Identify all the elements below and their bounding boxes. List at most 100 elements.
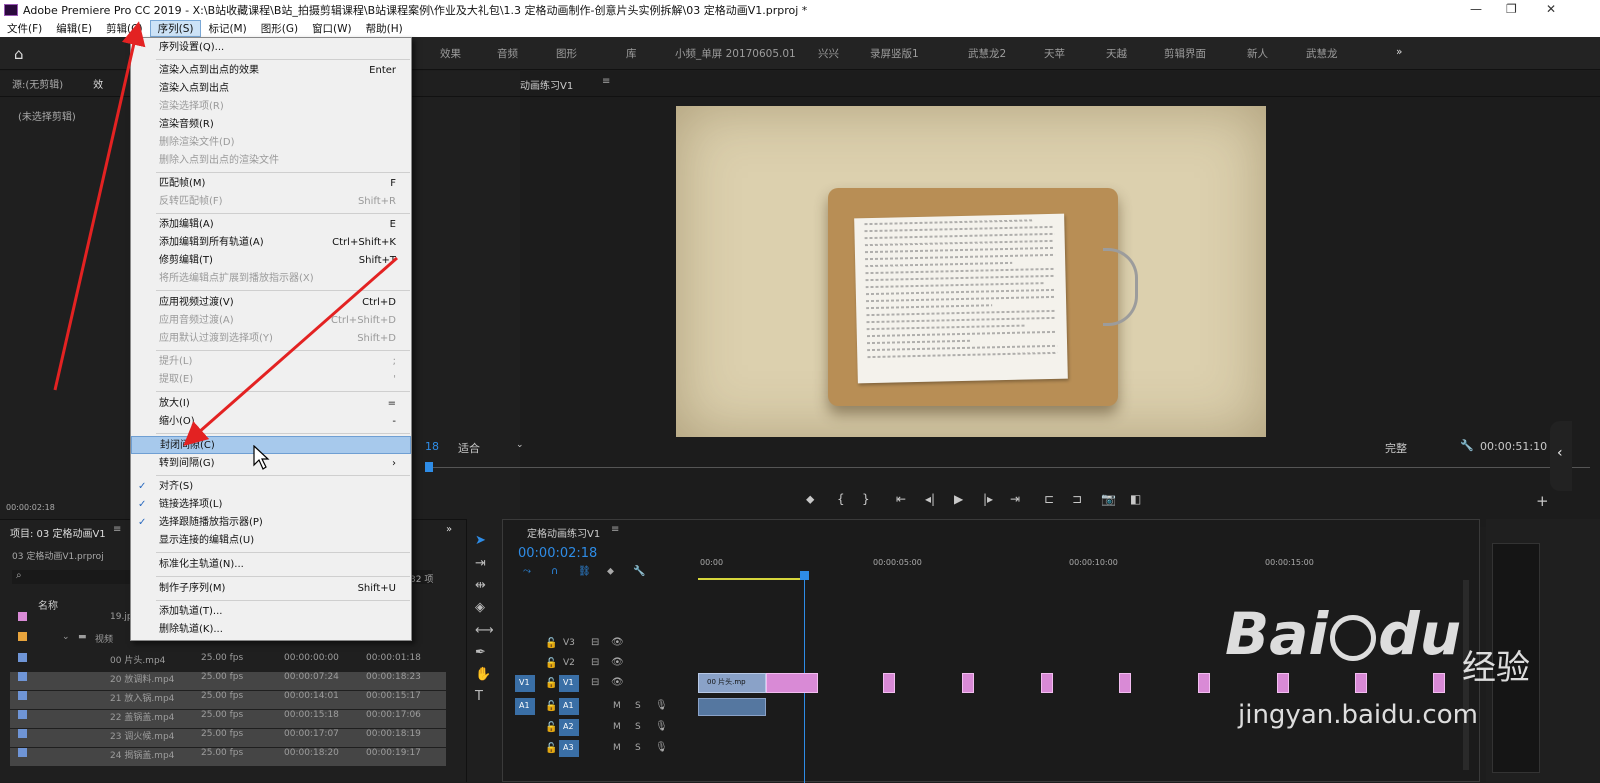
- menu-item[interactable]: 应用默认过渡到选择项(Y) Shift+D: [131, 330, 411, 348]
- lock-icon[interactable]: 🔓: [545, 722, 557, 733]
- workspace-tab[interactable]: 新人: [1247, 46, 1268, 61]
- eye-icon[interactable]: 👁: [611, 657, 624, 668]
- disclosure-icon[interactable]: ⌄: [62, 632, 70, 642]
- menu-item[interactable]: 渲染音频(R): [131, 116, 411, 134]
- workspace-tab[interactable]: 武慧龙2: [968, 46, 1006, 61]
- menu-item[interactable]: 制作子序列(M) Shift+U: [131, 580, 411, 598]
- selection-tool-icon[interactable]: ➤: [475, 533, 486, 548]
- table-row[interactable]: 22 盖锅盖.mp4 25.00 fps 00:00:15:18 00:00:17:0…: [10, 710, 446, 728]
- collapse-panel-button[interactable]: ‹: [1550, 421, 1572, 491]
- source-patch-a1[interactable]: A1: [515, 698, 535, 715]
- track-label[interactable]: A1: [559, 698, 579, 715]
- solo-button[interactable]: S: [635, 743, 641, 753]
- table-row[interactable]: 21 放入锅.mp4 25.00 fps 00:00:14:01 00:00:15:1…: [10, 691, 446, 709]
- video-clip[interactable]: [1277, 673, 1289, 693]
- timeline-timecode[interactable]: 00:00:02:18: [518, 546, 597, 561]
- menu-item[interactable]: 显示连接的编辑点(U): [131, 532, 411, 550]
- video-clip[interactable]: [766, 673, 818, 693]
- workspace-tab[interactable]: 效果: [440, 46, 461, 61]
- workspace-tab[interactable]: 兴兴: [818, 46, 839, 61]
- menu-edit[interactable]: 编辑(E): [49, 21, 99, 36]
- lock-icon[interactable]: 🔓: [545, 678, 557, 689]
- table-row[interactable]: 00 片头.mp4 25.00 fps 00:00:00:00 00:00:01:18: [10, 653, 446, 671]
- eye-icon[interactable]: 👁: [611, 637, 624, 648]
- panel-menu-icon[interactable]: ≡: [602, 76, 610, 87]
- menu-item[interactable]: 将所选编辑点扩展到播放指示器(X): [131, 270, 411, 288]
- go-to-out-icon[interactable]: ⇥: [1010, 492, 1020, 506]
- eye-icon[interactable]: 👁: [611, 677, 624, 688]
- menu-item[interactable]: 转到间隔(G) ›: [131, 455, 411, 473]
- menu-item[interactable]: 标准化主轨道(N)...: [131, 556, 411, 574]
- program-scrub-bar[interactable]: [430, 467, 1590, 468]
- button-editor-icon[interactable]: +: [1536, 492, 1549, 510]
- menu-item[interactable]: 删除渲染文件(D): [131, 134, 411, 152]
- menu-help[interactable]: 帮助(H): [359, 21, 410, 36]
- menu-graphics[interactable]: 图形(G): [254, 21, 305, 36]
- go-to-in-icon[interactable]: ⇤: [896, 492, 906, 506]
- video-clip[interactable]: 00 片头.mp: [698, 673, 766, 693]
- solo-button[interactable]: S: [635, 722, 641, 732]
- tab-project[interactable]: 项目: 03 定格动画V1: [10, 525, 106, 540]
- add-marker-icon[interactable]: ⬥: [806, 492, 814, 507]
- playhead-icon[interactable]: [425, 462, 433, 472]
- hand-tool-icon[interactable]: ✋: [475, 667, 491, 682]
- workspace-tab[interactable]: 录屏竖版1: [870, 46, 919, 61]
- video-clip[interactable]: [1433, 673, 1445, 693]
- menu-item[interactable]: 缩小(O) -: [131, 413, 411, 431]
- column-name[interactable]: 名称: [38, 597, 58, 612]
- audio-clip[interactable]: [698, 698, 766, 716]
- sync-icon[interactable]: ⊟: [591, 677, 599, 688]
- type-tool-icon[interactable]: T: [475, 689, 483, 704]
- timeline-settings-icon[interactable]: 🔧: [633, 566, 645, 577]
- table-row[interactable]: 23 调火候.mp4 25.00 fps 00:00:17:07 00:00:18:1…: [10, 729, 446, 747]
- wrench-icon[interactable]: 🔧: [1460, 439, 1474, 452]
- tab-sequence[interactable]: 定格动画练习V1: [527, 525, 600, 540]
- video-clip[interactable]: [1355, 673, 1367, 693]
- tab-program[interactable]: 动画练习V1: [520, 77, 573, 92]
- video-clip[interactable]: [1041, 673, 1053, 693]
- step-forward-icon[interactable]: |▸: [983, 492, 993, 506]
- more-panels-icon[interactable]: »: [446, 524, 452, 535]
- pen-tool-icon[interactable]: ✒: [475, 645, 486, 660]
- menu-item-close-gap[interactable]: 封闭间隙(C): [131, 436, 411, 454]
- mic-icon[interactable]: 🎙: [655, 742, 668, 753]
- menu-item[interactable]: ✓ 链接选择项(L): [131, 496, 411, 514]
- menu-item[interactable]: 应用音频过渡(A) Ctrl+Shift+D: [131, 312, 411, 330]
- snap-icon[interactable]: ∩: [551, 566, 558, 577]
- close-icon[interactable]: ✕: [1546, 2, 1556, 16]
- workspace-tab[interactable]: 音频: [497, 46, 518, 61]
- slip-tool-icon[interactable]: ⟷: [475, 623, 494, 638]
- mute-button[interactable]: M: [613, 743, 621, 753]
- workspace-tab[interactable]: 天苹: [1044, 46, 1065, 61]
- menu-item[interactable]: 序列设置(Q)...: [131, 39, 411, 57]
- comparison-view-icon[interactable]: ◧: [1130, 492, 1141, 506]
- menu-item[interactable]: 添加编辑(A) E: [131, 216, 411, 234]
- menu-file[interactable]: 文件(F): [0, 21, 49, 36]
- menu-sequence[interactable]: 序列(S): [149, 20, 202, 37]
- razor-tool-icon[interactable]: ◈: [475, 600, 485, 615]
- workspace-tab[interactable]: 武慧龙: [1306, 46, 1338, 61]
- lock-icon[interactable]: 🔓: [545, 701, 557, 712]
- timeline-playhead-icon[interactable]: [800, 571, 809, 580]
- quality-dropdown[interactable]: 完整: [1385, 440, 1407, 456]
- workspace-tab[interactable]: 小频_单屏 20170605.01: [675, 46, 796, 61]
- video-clip[interactable]: [1198, 673, 1210, 693]
- sync-icon[interactable]: ⊟: [591, 657, 599, 668]
- mic-icon[interactable]: 🎙: [655, 721, 668, 732]
- menu-item[interactable]: ✓ 对齐(S): [131, 478, 411, 496]
- lift-icon[interactable]: ⊏: [1044, 492, 1054, 506]
- workspace-tab[interactable]: 库: [626, 46, 637, 61]
- menu-item[interactable]: 渲染选择项(R): [131, 98, 411, 116]
- table-row[interactable]: 24 揭锅盖.mp4 25.00 fps 00:00:18:20 00:00:19:1…: [10, 748, 446, 766]
- mute-button[interactable]: M: [613, 701, 621, 711]
- source-patch-v1[interactable]: V1: [515, 675, 535, 692]
- minimize-icon[interactable]: —: [1470, 2, 1482, 16]
- panel-menu-icon[interactable]: ≡: [611, 524, 619, 535]
- menu-item[interactable]: 渲染入点到出点的效果 Enter: [131, 62, 411, 80]
- fit-chevron-icon[interactable]: ⌄: [516, 440, 524, 450]
- mark-out-icon[interactable]: }: [862, 492, 870, 506]
- menu-item[interactable]: ✓ 选择跟随播放指示器(P): [131, 514, 411, 532]
- tab-effect-controls[interactable]: 效: [93, 76, 103, 91]
- solo-button[interactable]: S: [635, 701, 641, 711]
- menu-item[interactable]: 匹配帧(M) F: [131, 175, 411, 193]
